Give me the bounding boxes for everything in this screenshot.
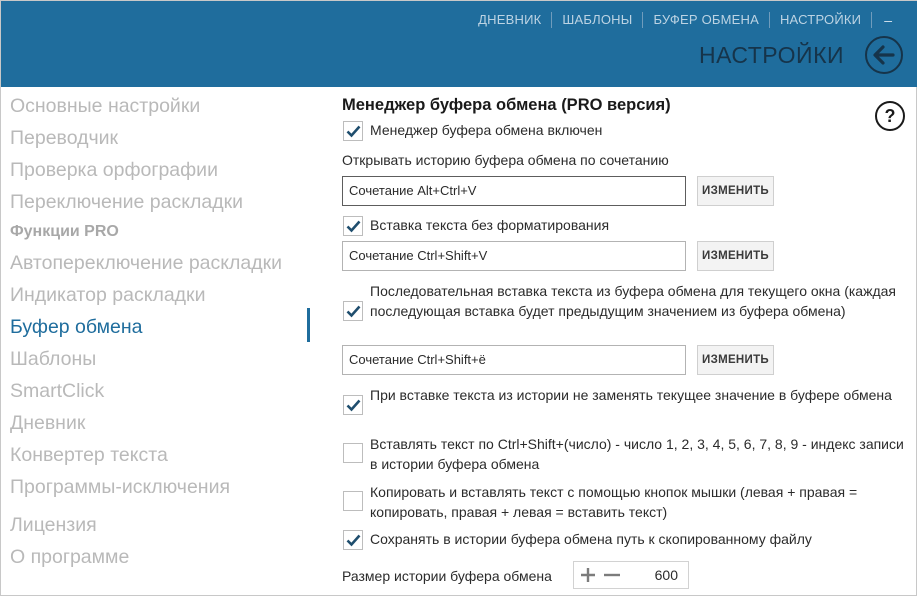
checkbox-label: Последовательная вставка текста из буфер… xyxy=(370,283,896,319)
history-size-label: Размер истории буфера обмена xyxy=(342,568,552,584)
sidebar-group-pro: Функции PRO xyxy=(10,223,119,240)
sidebar-item-general[interactable]: Основные настройки xyxy=(10,95,200,118)
nav-clipboard[interactable]: БУФЕР ОБМЕНА xyxy=(642,12,769,28)
increment-button[interactable] xyxy=(578,565,598,585)
paste-plain-hotkey-field[interactable]: Сочетание Ctrl+Shift+V xyxy=(342,241,686,271)
checkbox-sequential-paste[interactable] xyxy=(343,301,363,321)
sequential-paste-hotkey-field[interactable]: Сочетание Ctrl+Shift+ё xyxy=(342,345,686,375)
sidebar-item-smartclick[interactable]: SmartClick xyxy=(10,380,104,403)
sidebar-item-layout-switch[interactable]: Переключение раскладки xyxy=(10,191,243,214)
checkmark-icon xyxy=(346,220,361,233)
sidebar-item-license[interactable]: Лицензия xyxy=(10,514,97,537)
checkbox-save-file-path[interactable] xyxy=(343,530,363,550)
back-button[interactable] xyxy=(865,36,903,74)
plus-icon xyxy=(581,568,595,582)
header-bar: ДНЕВНИК ШАБЛОНЫ БУФЕР ОБМЕНА НАСТРОЙКИ –… xyxy=(1,1,917,87)
checkmark-icon xyxy=(346,534,361,547)
history-size-stepper: 600 xyxy=(573,561,689,589)
minimize-button[interactable]: – xyxy=(871,12,892,28)
history-hotkey-field[interactable]: Сочетание Alt+Ctrl+V xyxy=(342,176,686,206)
sidebar-item-clipboard[interactable]: Буфер обмена xyxy=(10,316,143,339)
checkbox-keep-clipboard[interactable] xyxy=(343,395,363,415)
active-indicator xyxy=(307,308,310,342)
settings-content: Менеджер буфера обмена (PRO версия) ? Ме… xyxy=(311,87,917,596)
section-title: Менеджер буфера обмена (PRO версия) xyxy=(342,96,671,114)
checkbox-index-paste[interactable] xyxy=(343,443,363,463)
sidebar-item-diary[interactable]: Дневник xyxy=(10,412,85,435)
sidebar-item-spellcheck[interactable]: Проверка орфографии xyxy=(10,159,218,182)
decrement-button[interactable] xyxy=(602,565,622,585)
sidebar-item-layout-indicator[interactable]: Индикатор раскладки xyxy=(10,284,205,307)
checkmark-icon xyxy=(346,125,361,138)
top-navigation: ДНЕВНИК ШАБЛОНЫ БУФЕР ОБМЕНА НАСТРОЙКИ – xyxy=(468,12,892,28)
arrow-left-icon xyxy=(873,45,895,65)
page-title: НАСТРОЙКИ xyxy=(698,42,844,68)
sidebar-item-text-converter[interactable]: Конвертер текста xyxy=(10,444,168,467)
checkbox-mouse-copy-paste[interactable] xyxy=(343,491,363,511)
checkbox-paste-plain[interactable] xyxy=(343,216,363,236)
sidebar-item-translator[interactable]: Переводчик xyxy=(10,127,118,150)
checkmark-icon xyxy=(346,399,361,412)
sidebar-item-exclusions[interactable]: Программы-исключения xyxy=(10,476,230,499)
history-size-value[interactable]: 600 xyxy=(655,567,678,583)
checkbox-label: Сохранять в истории буфера обмена путь к… xyxy=(370,531,812,547)
change-paste-plain-hotkey-button[interactable]: ИЗМЕНИТЬ xyxy=(697,241,774,271)
checkbox-label: Вставлять текст по Ctrl+Shift+(число) - … xyxy=(370,436,904,472)
checkbox-label: Вставка текста без форматирования xyxy=(370,217,610,233)
nav-settings[interactable]: НАСТРОЙКИ xyxy=(768,12,871,28)
app-window: ДНЕВНИК ШАБЛОНЫ БУФЕР ОБМЕНА НАСТРОЙКИ –… xyxy=(0,0,917,596)
sidebar-item-about[interactable]: О программе xyxy=(10,546,129,569)
change-sequential-hotkey-button[interactable]: ИЗМЕНИТЬ xyxy=(697,345,774,375)
checkbox-clipboard-enabled[interactable] xyxy=(343,121,363,141)
settings-sidebar: Основные настройки Переводчик Проверка о… xyxy=(1,87,311,596)
history-hotkey-label: Открывать историю буфера обмена по сочет… xyxy=(342,152,669,168)
checkmark-icon xyxy=(346,305,361,318)
sidebar-item-templates[interactable]: Шаблоны xyxy=(10,348,96,371)
checkbox-label: При вставке текста из истории не заменят… xyxy=(370,387,892,403)
sidebar-item-auto-switch[interactable]: Автопереключение раскладки xyxy=(10,252,282,275)
minus-icon xyxy=(604,573,620,577)
checkbox-label: Копировать и вставлять текст с помощью к… xyxy=(370,484,858,520)
nav-diary[interactable]: ДНЕВНИК xyxy=(468,12,551,28)
checkbox-label: Менеджер буфера обмена включен xyxy=(370,122,603,138)
nav-templates[interactable]: ШАБЛОНЫ xyxy=(551,12,642,28)
change-history-hotkey-button[interactable]: ИЗМЕНИТЬ xyxy=(697,176,774,206)
